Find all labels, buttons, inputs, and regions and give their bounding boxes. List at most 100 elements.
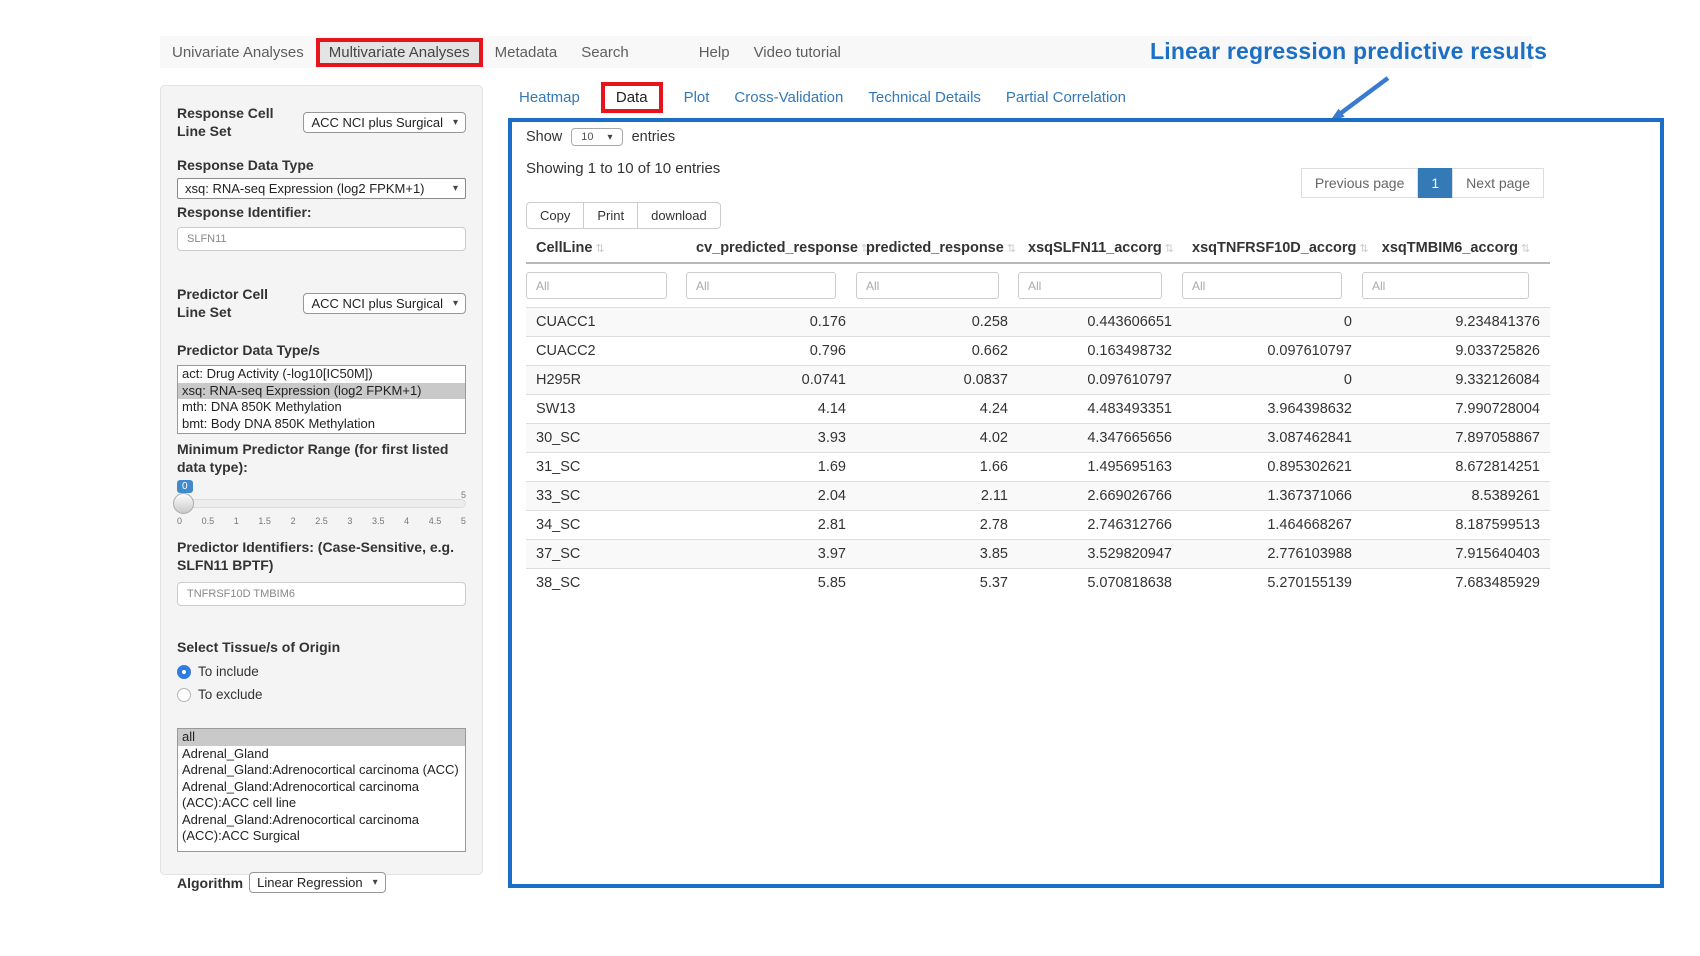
column-header[interactable]: xsqSLFN11_accorg⇅ bbox=[1018, 234, 1182, 263]
listbox-option[interactable]: Adrenal_Gland:Adrenocortical carcinoma (… bbox=[178, 812, 465, 845]
tab[interactable]: Technical Details bbox=[868, 89, 981, 106]
algorithm-label: Algorithm bbox=[177, 874, 243, 892]
predictor-data-types-label: Predictor Data Type/s bbox=[177, 341, 466, 359]
nav-item[interactable]: Univariate Analyses bbox=[160, 39, 316, 66]
listbox-option[interactable]: bmt: Body DNA 850K Methylation bbox=[178, 416, 465, 433]
xsqtnfrsf10d-value: 0.895302621 bbox=[1182, 453, 1362, 482]
xsqtmbim6-value: 8.5389261 bbox=[1362, 482, 1550, 511]
nav-item[interactable]: Video tutorial bbox=[742, 39, 853, 66]
table-row[interactable]: 31_SC 1.69 1.66 1.495695163 0.895302621 … bbox=[526, 453, 1550, 482]
cv-predicted-response-value: 0.176 bbox=[686, 308, 856, 337]
radio-icon bbox=[177, 688, 191, 702]
slider-tick-label: 4.5 bbox=[429, 516, 442, 526]
sort-icon[interactable]: ⇅ bbox=[1165, 243, 1174, 255]
export-button[interactable]: download bbox=[637, 202, 721, 229]
next-page-button[interactable]: Next page bbox=[1452, 168, 1544, 198]
tissue-listbox[interactable]: allAdrenal_GlandAdrenal_Gland:Adrenocort… bbox=[177, 728, 466, 852]
table-row[interactable]: 34_SC 2.81 2.78 2.746312766 1.464668267 … bbox=[526, 511, 1550, 540]
min-predictor-range-slider[interactable]: 0 5 00.511.522.533.544.55 bbox=[177, 480, 466, 530]
predictor-cell-line-set-select[interactable]: ACC NCI plus Surgical ▾ bbox=[303, 293, 466, 314]
listbox-option[interactable]: all bbox=[178, 729, 465, 746]
table-row[interactable]: CUACC1 0.176 0.258 0.443606651 0 9.23484… bbox=[526, 308, 1550, 337]
slider-tick-label: 1 bbox=[234, 516, 239, 526]
listbox-option[interactable]: Adrenal_Gland:Adrenocortical carcinoma (… bbox=[178, 779, 465, 812]
export-button[interactable]: Copy bbox=[526, 202, 584, 229]
nav-item[interactable]: Search bbox=[569, 39, 641, 66]
xsqtmbim6-value: 9.033725826 bbox=[1362, 337, 1550, 366]
xsqslfn11-value: 3.529820947 bbox=[1018, 540, 1182, 569]
filter-input-cv-predicted-response[interactable] bbox=[686, 272, 836, 299]
show-entries-control: Show 10 ▾ entries bbox=[526, 128, 675, 146]
tab[interactable]: Cross-Validation bbox=[734, 89, 843, 106]
table-row[interactable]: H295R 0.0741 0.0837 0.097610797 0 9.3321… bbox=[526, 366, 1550, 395]
table-row[interactable]: 30_SC 3.93 4.02 4.347665656 3.087462841 … bbox=[526, 424, 1550, 453]
header-row: CellLine⇅ cv_predicted_response⇅ predict… bbox=[526, 234, 1550, 263]
cell-line-name: H295R bbox=[526, 366, 686, 395]
listbox-option[interactable]: mth: DNA 850K Methylation bbox=[178, 399, 465, 416]
cv-predicted-response-value: 4.14 bbox=[686, 395, 856, 424]
predictor-identifiers-input[interactable] bbox=[177, 582, 466, 606]
sort-icon[interactable]: ⇅ bbox=[1359, 243, 1368, 255]
table-row[interactable]: CUACC2 0.796 0.662 0.163498732 0.0976107… bbox=[526, 337, 1550, 366]
results-table: CellLine⇅ cv_predicted_response⇅ predict… bbox=[526, 234, 1550, 597]
cv-predicted-response-value: 1.69 bbox=[686, 453, 856, 482]
xsqslfn11-value: 0.163498732 bbox=[1018, 337, 1182, 366]
export-button[interactable]: Print bbox=[583, 202, 638, 229]
filter-input-cellline[interactable] bbox=[526, 272, 667, 299]
column-header[interactable]: cv_predicted_response⇅ bbox=[686, 234, 856, 263]
column-header[interactable]: xsqTMBIM6_accorg⇅ bbox=[1362, 234, 1550, 263]
slider-tick-label: 5 bbox=[461, 516, 466, 526]
page-length-select[interactable]: 10 ▾ bbox=[571, 128, 622, 146]
cv-predicted-response-value: 3.97 bbox=[686, 540, 856, 569]
column-header[interactable]: predicted_response⇅ bbox=[856, 234, 1018, 263]
listbox-option[interactable]: Adrenal_Gland bbox=[178, 746, 465, 763]
previous-page-button[interactable]: Previous page bbox=[1301, 168, 1419, 198]
slider-tick-label: 3 bbox=[347, 516, 352, 526]
table-row[interactable]: 37_SC 3.97 3.85 3.529820947 2.776103988 … bbox=[526, 540, 1550, 569]
cv-predicted-response-value: 2.81 bbox=[686, 511, 856, 540]
nav-item[interactable]: Multivariate Analyses bbox=[316, 38, 483, 67]
algorithm-select[interactable]: Linear Regression ▾ bbox=[249, 872, 386, 893]
filter-input-xsqtnfrsf10d[interactable] bbox=[1182, 272, 1342, 299]
slider-handle[interactable] bbox=[173, 493, 194, 514]
tab[interactable]: Data bbox=[601, 82, 663, 113]
predictor-data-types-listbox[interactable]: act: Drug Activity (-log10[IC50M])xsq: R… bbox=[177, 365, 466, 434]
tissue-radio-option[interactable]: To exclude bbox=[177, 687, 466, 702]
table-info: Showing 1 to 10 of 10 entries bbox=[526, 160, 720, 177]
nav-item[interactable]: Metadata bbox=[483, 39, 570, 66]
listbox-option[interactable]: act: Drug Activity (-log10[IC50M]) bbox=[178, 366, 465, 383]
cv-predicted-response-value: 3.93 bbox=[686, 424, 856, 453]
slider-value-bubble: 0 bbox=[177, 480, 193, 493]
filter-input-predicted-response[interactable] bbox=[856, 272, 999, 299]
xsqtmbim6-value: 8.672814251 bbox=[1362, 453, 1550, 482]
tissue-origin-label: Select Tissue/s of Origin bbox=[177, 638, 466, 656]
table-row[interactable]: 38_SC 5.85 5.37 5.070818638 5.270155139 … bbox=[526, 569, 1550, 598]
response-cell-line-set-select[interactable]: ACC NCI plus Surgical ▾ bbox=[303, 112, 466, 133]
nav-item[interactable]: Help bbox=[687, 39, 742, 66]
tab[interactable]: Plot bbox=[684, 89, 710, 106]
sort-icon[interactable]: ⇅ bbox=[1007, 243, 1016, 255]
response-data-type-select[interactable]: xsq: RNA-seq Expression (log2 FPKM+1) ▾ bbox=[177, 178, 466, 199]
predicted-response-value: 3.85 bbox=[856, 540, 1018, 569]
response-identifier-input[interactable] bbox=[177, 227, 466, 251]
listbox-option[interactable]: Adrenal_Gland:Adrenocortical carcinoma (… bbox=[178, 762, 465, 779]
predicted-response-value: 0.258 bbox=[856, 308, 1018, 337]
current-page-button[interactable]: 1 bbox=[1418, 168, 1452, 198]
sort-icon[interactable]: ⇅ bbox=[595, 243, 604, 255]
table-row[interactable]: 33_SC 2.04 2.11 2.669026766 1.367371066 … bbox=[526, 482, 1550, 511]
filter-input-xsqslfn11[interactable] bbox=[1018, 272, 1162, 299]
sort-icon[interactable]: ⇅ bbox=[1521, 243, 1530, 255]
column-header[interactable]: CellLine⇅ bbox=[526, 234, 686, 263]
listbox-option[interactable]: xsq: RNA-seq Expression (log2 FPKM+1) bbox=[178, 383, 465, 400]
cv-predicted-response-value: 2.04 bbox=[686, 482, 856, 511]
column-header[interactable]: xsqTNFRSF10D_accorg⇅ bbox=[1182, 234, 1362, 263]
algorithm-row: Algorithm Linear Regression ▾ bbox=[177, 872, 466, 893]
filter-input-xsqtmbim6[interactable] bbox=[1362, 272, 1529, 299]
min-predictor-range-label: Minimum Predictor Range (for first liste… bbox=[177, 440, 466, 476]
table-row[interactable]: SW13 4.14 4.24 4.483493351 3.964398632 7… bbox=[526, 395, 1550, 424]
tissue-radio-option[interactable]: To include bbox=[177, 664, 466, 679]
xsqtmbim6-value: 7.683485929 bbox=[1362, 569, 1550, 598]
slider-track[interactable] bbox=[177, 499, 466, 508]
tab[interactable]: Partial Correlation bbox=[1006, 89, 1126, 106]
tab[interactable]: Heatmap bbox=[519, 89, 580, 106]
